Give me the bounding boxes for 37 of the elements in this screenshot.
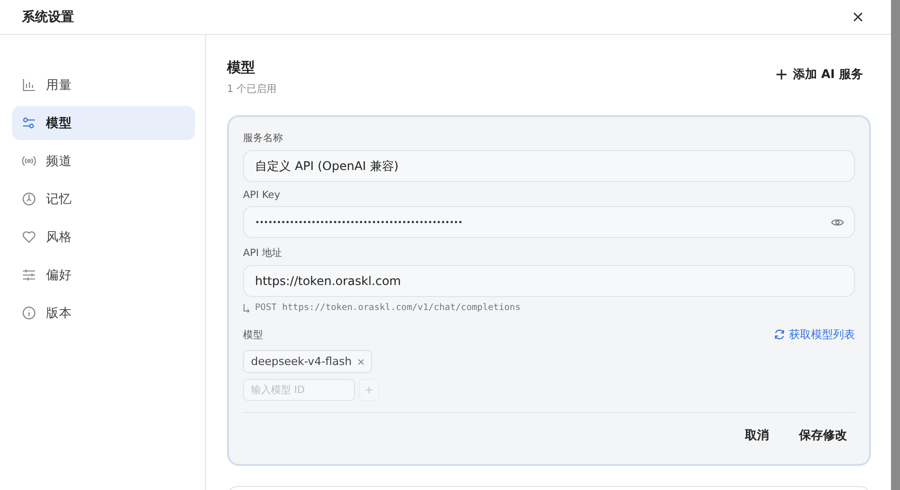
return-arrow-icon (243, 304, 250, 312)
sidebar-item[interactable]: 风格 (12, 220, 195, 254)
field-label: 服务名称 (243, 132, 284, 145)
section-title: 模型 (227, 59, 256, 77)
radio-icon (22, 154, 36, 168)
fetch-models-link[interactable]: 获取模型列表 (774, 327, 855, 342)
model-tag: deepseek-v4-flash (243, 350, 372, 373)
sidebar-item[interactable]: 频道 (12, 144, 195, 178)
sidebar-item[interactable]: 用量 (12, 68, 195, 102)
heart-icon (22, 230, 36, 244)
cancel-button[interactable]: 取消 (737, 423, 777, 448)
window-title: 系统设置 (22, 8, 74, 26)
plus-icon (776, 69, 787, 80)
add-service-button[interactable]: 添加 AI 服务 (768, 61, 871, 88)
input-field[interactable]: https://token.oraskl.com (243, 265, 855, 297)
sidebar-item[interactable]: 记忆 (12, 182, 195, 216)
info-icon (22, 306, 36, 320)
field-label: API 地址 (243, 246, 283, 260)
field-label: API Key (243, 190, 282, 201)
tune-icon (22, 268, 36, 282)
plus-icon (365, 386, 373, 394)
sliders-icon (22, 116, 36, 130)
remove-icon[interactable] (358, 358, 364, 364)
sidebar-item[interactable]: 模型 (12, 106, 195, 140)
input-field[interactable]: •••••••••••••••••••••••••••••••••••••••••••••••• (243, 206, 855, 238)
model-id-input[interactable]: 输入模型 ID (243, 379, 355, 401)
endpoint-hint: POST https://token.oraskl.com/v1/chat/completions (255, 303, 521, 313)
field-label: 模型 (243, 328, 263, 342)
save-button[interactable]: 保存修改 (791, 423, 855, 448)
section-subtitle: 1 个已启用 (227, 82, 277, 96)
refresh-icon (774, 329, 785, 340)
sidebar-item[interactable]: 偏好 (12, 258, 195, 292)
chart-icon (22, 78, 36, 92)
eye-icon[interactable] (831, 218, 844, 226)
sidebar-item[interactable]: 版本 (12, 296, 195, 330)
close-icon[interactable] (853, 12, 863, 22)
input-field[interactable]: 自定义 API (OpenAI 兼容) (243, 150, 855, 182)
